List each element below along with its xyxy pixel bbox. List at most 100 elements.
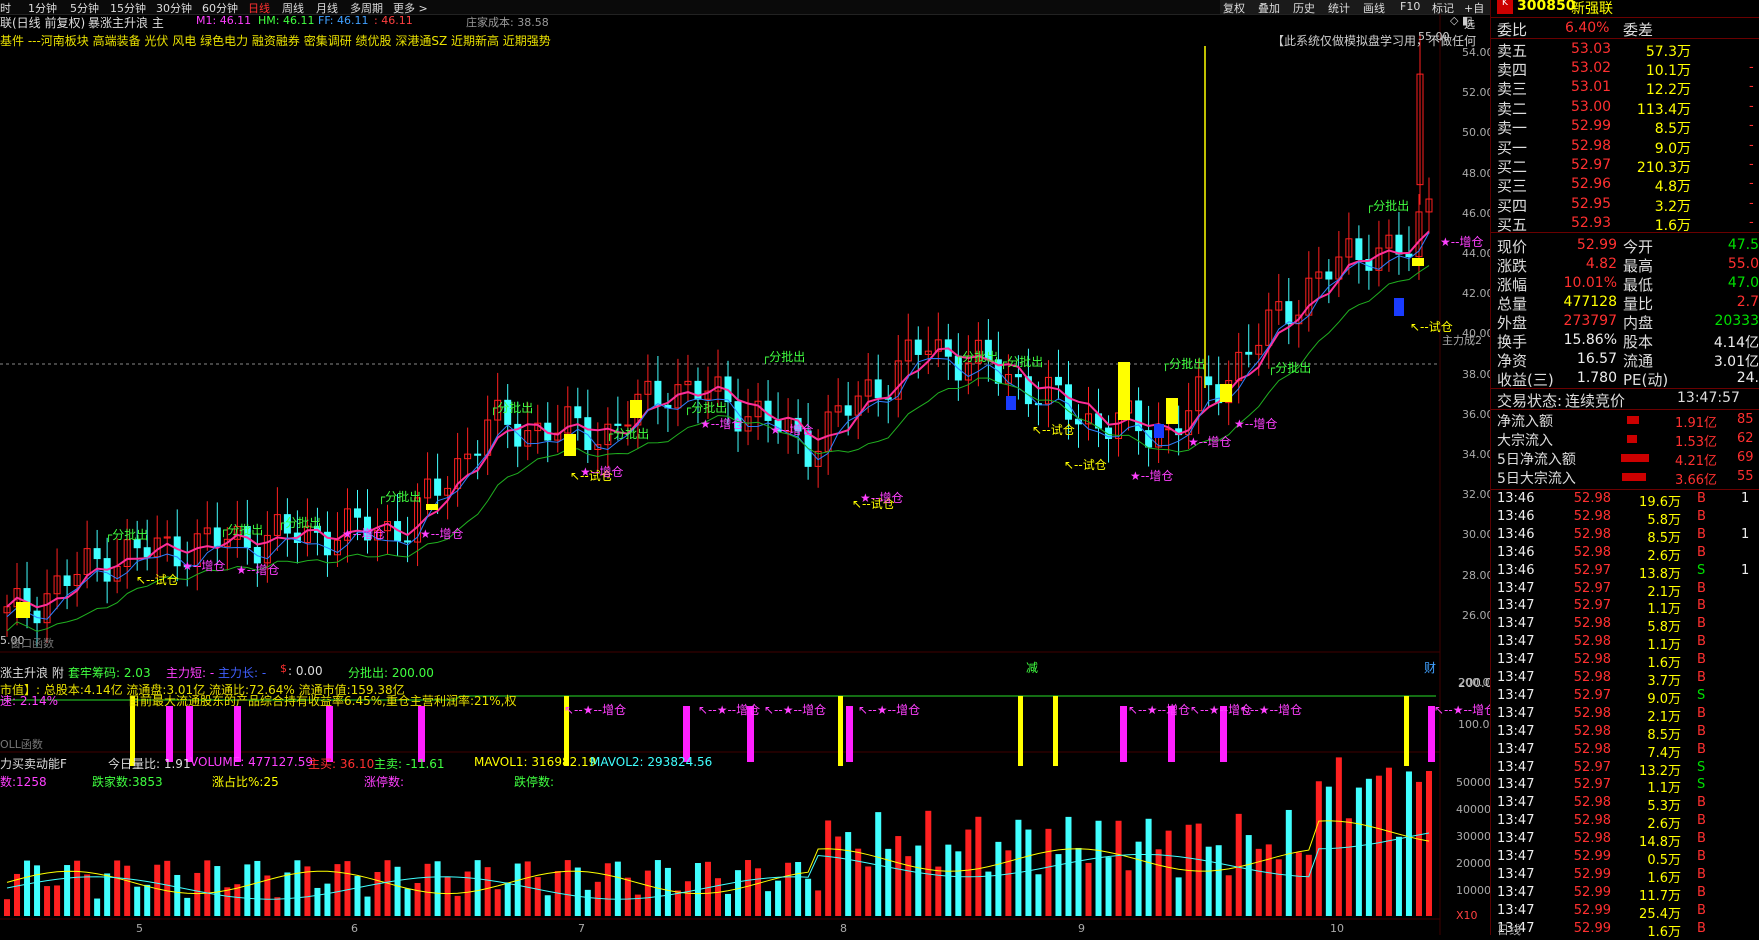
quote-value: 47.5: [1727, 237, 1759, 253]
bid-price[interactable]: 52.93: [1571, 215, 1611, 231]
signal-label: ┌分批出: [278, 515, 321, 530]
volume-bar: [604, 863, 611, 916]
sub1-title[interactable]: 涨主升浪 附: [0, 664, 64, 681]
volume-bar: [765, 891, 772, 916]
trade-time: 13:47: [1497, 634, 1535, 650]
trade-time: 13:46: [1497, 562, 1535, 578]
flow-value: 4.21亿: [1675, 454, 1717, 469]
sub1-signal-label: ↖--★--增仓: [1434, 703, 1490, 717]
candle-body: [874, 379, 882, 399]
candle-body: [1405, 253, 1413, 258]
trade-time: 13:46: [1497, 526, 1535, 542]
ask-price[interactable]: 53.00: [1571, 99, 1611, 115]
trade-price: 52.97: [1573, 580, 1611, 596]
volume-bar: [584, 889, 591, 916]
volume-bar: [354, 876, 361, 916]
bid-price[interactable]: 52.96: [1571, 176, 1611, 192]
ask-label: 卖三: [1497, 80, 1528, 99]
bid-price[interactable]: 52.97: [1571, 157, 1611, 173]
volume-bar: [1305, 854, 1312, 916]
signal-label: ┌分批出: [606, 426, 649, 441]
volume-bar: [1225, 875, 1232, 916]
trade-price: 52.97: [1573, 562, 1611, 578]
candle-body: [614, 423, 622, 426]
volume-bar: [1085, 862, 1092, 916]
bid-label: 买二: [1497, 158, 1528, 177]
ask-price[interactable]: 53.02: [1571, 60, 1611, 76]
chart-canvas[interactable]: ┌分批出 ┌分批出 ┌分批出┌分批出┌分批出┌分批出┌分批出┌分批出 ┌分批出 ┌分批出…: [0, 14, 1496, 935]
ask-price[interactable]: 53.01: [1571, 79, 1611, 95]
signal-label: ┌分批出: [105, 527, 148, 542]
indicator-name[interactable]: 暴涨主升浪 主: [88, 14, 164, 31]
trade-count: 1: [1741, 526, 1750, 542]
quote-label: 最高: [1623, 257, 1654, 275]
price-tick: 32.00: [1462, 488, 1494, 502]
volume-bar: [394, 866, 401, 916]
volume-bar: [164, 860, 171, 916]
candle-body: [1245, 351, 1253, 355]
trade-price: 52.99: [1573, 920, 1611, 936]
candle-body: [914, 339, 922, 355]
quote-value: 15.86%: [1563, 332, 1617, 348]
trade-time: 13:47: [1497, 670, 1535, 685]
chart-title: 联(日线 前复权): [0, 16, 86, 30]
quote-label: 换手: [1497, 333, 1528, 351]
price-tick: 36.00: [1462, 407, 1494, 421]
quote-value: 3.01亿: [1713, 354, 1759, 370]
trade-side: B: [1697, 831, 1706, 847]
sub2-title[interactable]: 力买卖动能F: [0, 755, 67, 772]
trade-time: 13:47: [1497, 687, 1535, 703]
ask-price[interactable]: 52.99: [1571, 118, 1611, 134]
sub1-magenta-bar: [683, 706, 690, 762]
ask-volume: 113.4万: [1636, 101, 1691, 118]
sub2-axis-30000: 30000: [1456, 830, 1491, 843]
quote-value: 55.0: [1727, 256, 1759, 272]
bid-price[interactable]: 52.95: [1571, 196, 1611, 212]
volume-bar: [975, 816, 982, 916]
volume-bar: [534, 877, 541, 916]
trade-volume: 2.6万: [1647, 817, 1681, 833]
kline-chart-area[interactable]: ┌分批出 ┌分批出 ┌分批出 ┌分批出 ┌分批出 ┌分批出 ┌分批出 ┌分批出 ┌分批出 ┌分批出…: [0, 14, 1496, 935]
volume-bar: [54, 885, 61, 916]
trade-volume: 5.8万: [1647, 512, 1681, 528]
signal-block: [1166, 398, 1178, 424]
candle-body: [1325, 271, 1333, 280]
row-change-icon: -: [1749, 195, 1754, 211]
flow-label: 5日净流入额: [1497, 452, 1576, 468]
sub1-axis-200b: 200.0: [1458, 676, 1490, 689]
ask-price[interactable]: 53.03: [1571, 41, 1611, 57]
trade-side: B: [1697, 526, 1706, 542]
sub1-signal-label: ↖--★--增仓: [564, 703, 626, 717]
volume-bar: [504, 882, 511, 916]
event-dollar-marker: $: [280, 662, 287, 675]
volume-bar: [104, 873, 111, 916]
volume-bar: [1135, 841, 1142, 916]
row-change-icon: -: [1749, 138, 1754, 153]
volume-bar: [1175, 877, 1182, 916]
volume-bar: [1155, 849, 1162, 916]
volume-bar: [885, 848, 892, 916]
quote-value: 16.57: [1576, 351, 1617, 367]
trade-side: B: [1697, 866, 1706, 882]
volume-bar: [74, 860, 81, 916]
bid-price[interactable]: 52.98: [1571, 138, 1611, 154]
trade-side: B: [1697, 544, 1706, 560]
volume-bar: [1195, 823, 1202, 916]
signal-block: [1006, 396, 1016, 410]
volume-bar: [995, 841, 1002, 916]
volume-bar: [1015, 819, 1022, 916]
trade-price: 52.98: [1573, 526, 1611, 542]
ask-volume: 8.5万: [1654, 120, 1691, 137]
window-func-label: 窗口函数: [10, 637, 54, 650]
volume-bar: [574, 867, 581, 916]
flow-extra: 85: [1737, 412, 1754, 427]
signal-label: ┌分批出: [1000, 354, 1043, 369]
chart-settings-icon[interactable]: ◇ ◧: [1450, 14, 1472, 27]
flow-bar: [1626, 416, 1639, 424]
volume-bar: [725, 893, 732, 916]
quote-label: 流通: [1623, 352, 1654, 370]
volume-bar: [795, 862, 802, 916]
sub1-fenpi: 分批出: 200.00: [348, 666, 434, 680]
row-change-icon: -: [1749, 214, 1754, 230]
tool-f10-button[interactable]: F10: [1400, 0, 1420, 13]
